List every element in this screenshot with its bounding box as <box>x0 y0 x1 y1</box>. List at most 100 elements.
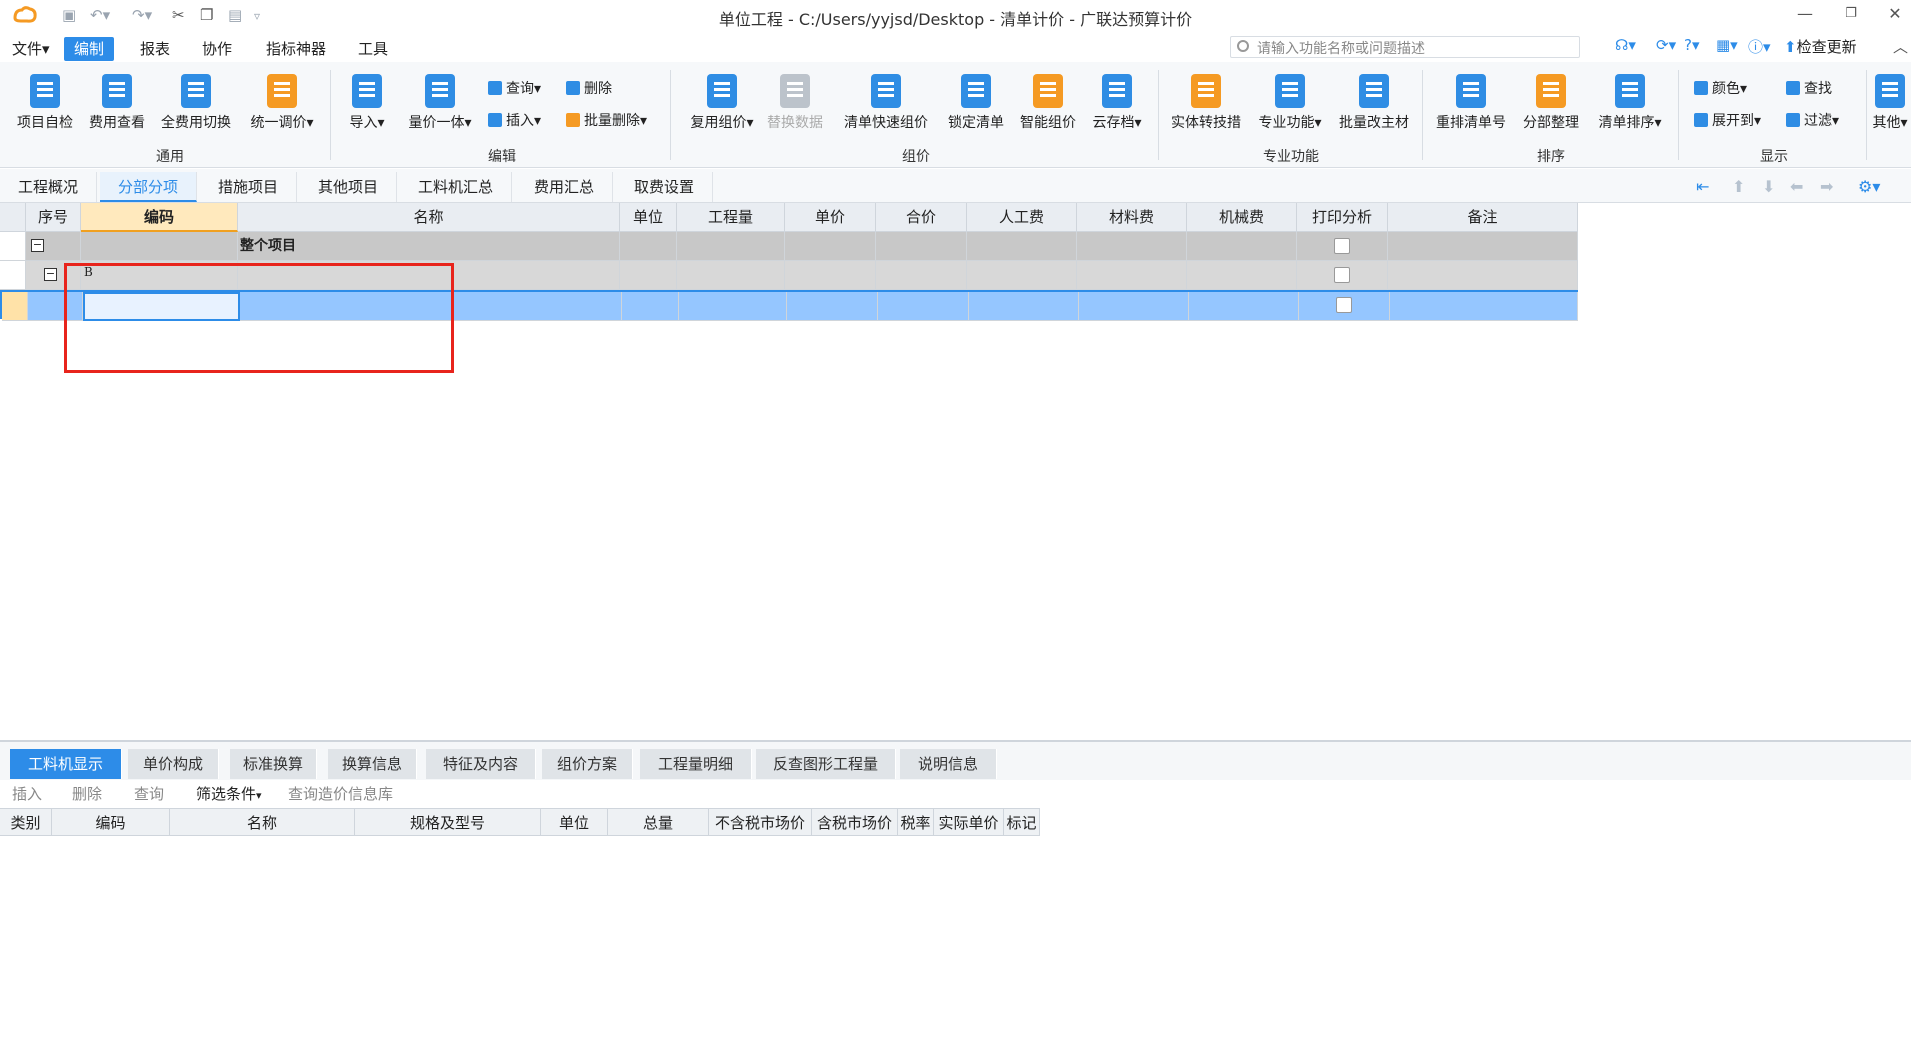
smart-pricing-button[interactable]: 智能组价 <box>1016 74 1080 132</box>
column-header-index[interactable]: 序号 <box>26 203 81 232</box>
quick-pricing-button[interactable]: 清单快速组价 <box>838 74 934 132</box>
menu-collaborate[interactable]: 协作 <box>192 37 242 61</box>
menu-edit[interactable]: 编制 <box>64 37 115 61</box>
material-cell[interactable] <box>1079 292 1189 321</box>
column-header-total-quantity[interactable]: 总量 <box>608 808 709 836</box>
arrow-down-icon[interactable]: ⬇ <box>1762 177 1775 196</box>
column-header-code[interactable]: 编码 <box>81 203 238 232</box>
machinery-cell[interactable] <box>1189 292 1299 321</box>
reuse-pricing-button[interactable]: 复用组价▾ <box>684 74 760 132</box>
menu-tools[interactable]: 工具 <box>348 37 398 61</box>
column-header-tax-rate[interactable]: 税率 <box>898 808 934 836</box>
help-icon[interactable]: ?▾ <box>1684 36 1700 54</box>
labor-cell[interactable] <box>967 232 1077 261</box>
other-button[interactable]: 其他▾ <box>1870 74 1910 132</box>
lock-list-button[interactable]: 锁定清单 <box>944 74 1008 132</box>
tab-measures[interactable]: 措施项目 <box>200 172 298 202</box>
tab-labor-material-summary[interactable]: 工料机汇总 <box>400 172 513 202</box>
column-header-print-analysis[interactable]: 打印分析 <box>1297 203 1388 232</box>
remarks-cell[interactable] <box>1388 261 1578 290</box>
quantity-cell[interactable] <box>677 232 785 261</box>
find-button[interactable]: 查找 <box>1786 78 1832 100</box>
unit-cell[interactable] <box>622 292 679 321</box>
print-analysis-checkbox[interactable] <box>1334 238 1350 254</box>
labor-cell[interactable] <box>967 261 1077 290</box>
column-header-unit-price[interactable]: 单价 <box>785 203 876 232</box>
name-cell[interactable]: 整个项目 <box>238 232 620 261</box>
filter-conditions-dropdown[interactable]: 筛选条件▾ <box>196 783 262 804</box>
professional-function-button[interactable]: 专业功能▾ <box>1252 74 1328 132</box>
cloud-archive-button[interactable]: 云存档▾ <box>1086 74 1148 132</box>
tab-pricing-scheme[interactable]: 组价方案 <box>542 749 634 779</box>
query-button[interactable]: 查询▾ <box>488 78 541 100</box>
fee-view-button[interactable]: 费用查看 <box>86 74 148 132</box>
column-header-mark[interactable]: 标记 <box>1004 808 1040 836</box>
print-analysis-checkbox[interactable] <box>1336 297 1352 313</box>
tab-sub-items[interactable]: 分部分项 <box>100 172 198 202</box>
column-header-machinery[interactable]: 机械费 <box>1187 203 1297 232</box>
code-cell[interactable] <box>81 232 238 261</box>
column-header-material[interactable]: 材料费 <box>1077 203 1187 232</box>
column-header-total-price[interactable]: 合价 <box>876 203 967 232</box>
color-button[interactable]: 颜色▾ <box>1694 78 1747 100</box>
entity-transfer-button[interactable]: 实体转技措 <box>1166 74 1246 132</box>
arrow-up-icon[interactable]: ⬆ <box>1732 177 1745 196</box>
menu-indicator[interactable]: 指标神器 <box>256 37 336 61</box>
column-header-code[interactable]: 编码 <box>52 808 170 836</box>
detail-delete-button[interactable]: 删除 <box>72 783 102 804</box>
quantity-cell[interactable] <box>677 261 785 290</box>
column-header-unit[interactable]: 单位 <box>541 808 608 836</box>
import-button[interactable]: 导入▾ <box>344 74 390 132</box>
unified-price-button[interactable]: 统一调价▾ <box>244 74 320 132</box>
collapse-ribbon-icon[interactable]: ︿ <box>1893 36 1908 57</box>
table-row[interactable]: − 整个项目 <box>0 232 1578 261</box>
labor-cell[interactable] <box>969 292 1079 321</box>
column-header-labor[interactable]: 人工费 <box>967 203 1077 232</box>
section-organize-button[interactable]: 分部整理 <box>1518 74 1584 132</box>
column-header-spec[interactable]: 规格及型号 <box>355 808 541 836</box>
tab-fee-settings[interactable]: 取费设置 <box>616 172 714 202</box>
quantity-price-button[interactable]: 量价一体▾ <box>402 74 478 132</box>
unit-price-cell[interactable] <box>785 232 876 261</box>
tab-features-content[interactable]: 特征及内容 <box>426 749 537 779</box>
total-price-cell[interactable] <box>876 261 967 290</box>
machinery-cell[interactable] <box>1187 261 1297 290</box>
column-header-name[interactable]: 名称 <box>238 203 620 232</box>
restore-button[interactable]: ❐ <box>1836 6 1866 21</box>
arrow-right-icon[interactable]: ➡ <box>1820 177 1833 196</box>
column-header-name[interactable]: 名称 <box>170 808 355 836</box>
material-cell[interactable] <box>1077 261 1187 290</box>
quantity-cell[interactable] <box>679 292 787 321</box>
column-header-category[interactable]: 类别 <box>0 808 52 836</box>
apps-icon[interactable]: ▦▾ <box>1716 36 1738 54</box>
tab-labor-material-display[interactable]: 工料机显示 <box>10 749 123 779</box>
material-cell[interactable] <box>1077 232 1187 261</box>
minimize-button[interactable]: — <box>1790 4 1820 23</box>
delete-button[interactable]: 删除 <box>566 78 612 100</box>
full-fee-switch-button[interactable]: 全费用切换 <box>158 74 234 132</box>
menu-file[interactable]: 文件▾ <box>2 37 60 61</box>
info-icon[interactable]: ⓘ▾ <box>1748 36 1771 57</box>
query-cost-info-button[interactable]: 查询造价信息库 <box>288 783 393 804</box>
tab-project-overview[interactable]: 工程概况 <box>0 172 98 202</box>
check-update-button[interactable]: ⬆检查更新 <box>1784 36 1857 57</box>
batch-delete-button[interactable]: 批量删除▾ <box>566 110 647 132</box>
close-button[interactable]: ✕ <box>1880 4 1910 23</box>
tab-standard-conversion[interactable]: 标准换算 <box>230 749 318 779</box>
expand-to-button[interactable]: 展开到▾ <box>1694 110 1761 132</box>
arrow-left-icon[interactable]: ⬅ <box>1790 177 1803 196</box>
tab-conversion-info[interactable]: 换算信息 <box>328 749 418 779</box>
tab-description-info[interactable]: 说明信息 <box>900 749 998 779</box>
insert-button[interactable]: 插入▾ <box>488 110 541 132</box>
collapse-toggle-icon[interactable]: − <box>31 239 44 252</box>
filter-button[interactable]: 过滤▾ <box>1786 110 1839 132</box>
detail-query-button[interactable]: 查询 <box>134 783 164 804</box>
column-header-quantity[interactable]: 工程量 <box>677 203 785 232</box>
total-price-cell[interactable] <box>878 292 969 321</box>
unit-price-cell[interactable] <box>785 261 876 290</box>
renumber-list-button[interactable]: 重排清单号 <box>1430 74 1512 132</box>
search-input[interactable]: 请输入功能名称或问题描述 <box>1230 36 1580 58</box>
unit-cell[interactable] <box>620 261 677 290</box>
tab-other-items[interactable]: 其他项目 <box>300 172 398 202</box>
headset-icon[interactable]: ☊▾ <box>1615 36 1636 54</box>
